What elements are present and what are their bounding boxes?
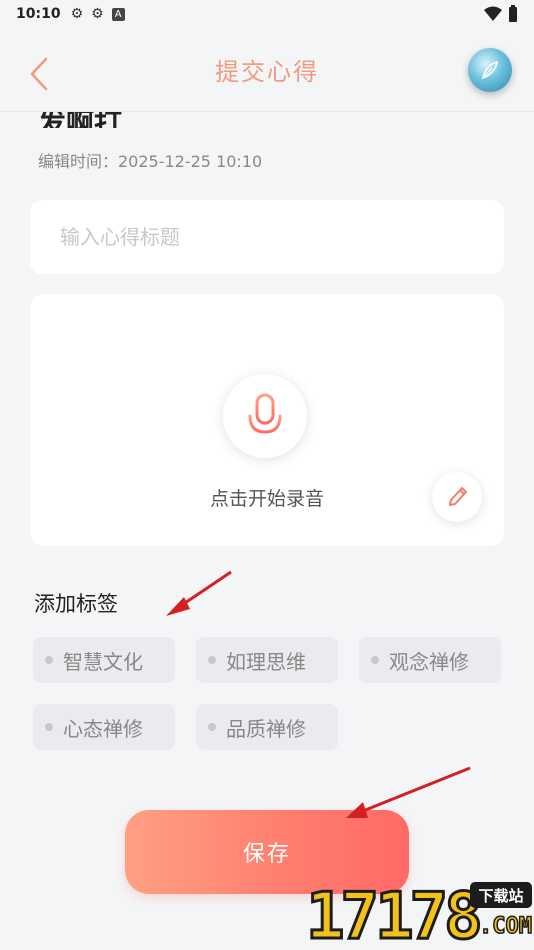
tag-label: 心态禅修 — [63, 716, 143, 741]
gear-icon: ⚙ — [91, 6, 104, 22]
tag-dot — [45, 723, 53, 731]
battery-icon — [509, 5, 517, 22]
tag-label: 观念禅修 — [389, 649, 469, 674]
page-title: 提交心得 — [215, 58, 319, 86]
arrow-icon — [166, 570, 232, 616]
tag-chip[interactable]: 如理思维 — [196, 637, 338, 683]
record-button[interactable] — [223, 374, 307, 458]
watermark-badge: 下载站 — [470, 882, 532, 908]
watermark-domain: .COM — [478, 913, 532, 940]
feather-icon — [481, 60, 498, 80]
edit-time: 编辑时间：2025-12-25 10:10 — [38, 152, 263, 171]
tag-dot — [208, 723, 216, 731]
watermark-number: 17178 — [305, 880, 485, 950]
record-card: 点击开始录音 — [30, 294, 504, 546]
tag-chip[interactable]: 观念禅修 — [359, 637, 501, 683]
tag-dot — [371, 656, 379, 664]
microphone-icon — [248, 393, 282, 434]
a-icon: A — [111, 7, 125, 21]
gear-icon: ⚙ — [70, 6, 84, 22]
nav-bar: 提交心得 — [0, 28, 534, 112]
tag-dot — [45, 656, 53, 664]
tag-chip[interactable]: 心态禅修 — [33, 704, 175, 750]
tag-chip[interactable]: 智慧文化 — [33, 637, 175, 683]
tag-dot — [208, 656, 216, 664]
tag-chip[interactable]: 品质禅修 — [196, 704, 338, 750]
tag-label: 品质禅修 — [226, 716, 306, 741]
pencil-icon — [449, 487, 467, 506]
wifi-icon — [484, 6, 502, 21]
tag-label: 如理思维 — [226, 649, 306, 674]
tag-label: 智慧文化 — [63, 649, 143, 674]
chevron-left-icon — [30, 57, 48, 91]
back-button[interactable] — [24, 56, 54, 92]
title-input[interactable] — [30, 200, 504, 274]
tags-heading: 添加标签 — [34, 592, 118, 616]
avatar[interactable] — [468, 48, 512, 92]
status-bar: 10:10 ⚙ ⚙ A — [0, 0, 534, 28]
watermark-logo: 17178 下载站 .COM — [305, 880, 533, 950]
status-time: 10:10 — [16, 6, 61, 22]
write-button[interactable] — [432, 472, 482, 522]
status-right — [484, 5, 518, 23]
